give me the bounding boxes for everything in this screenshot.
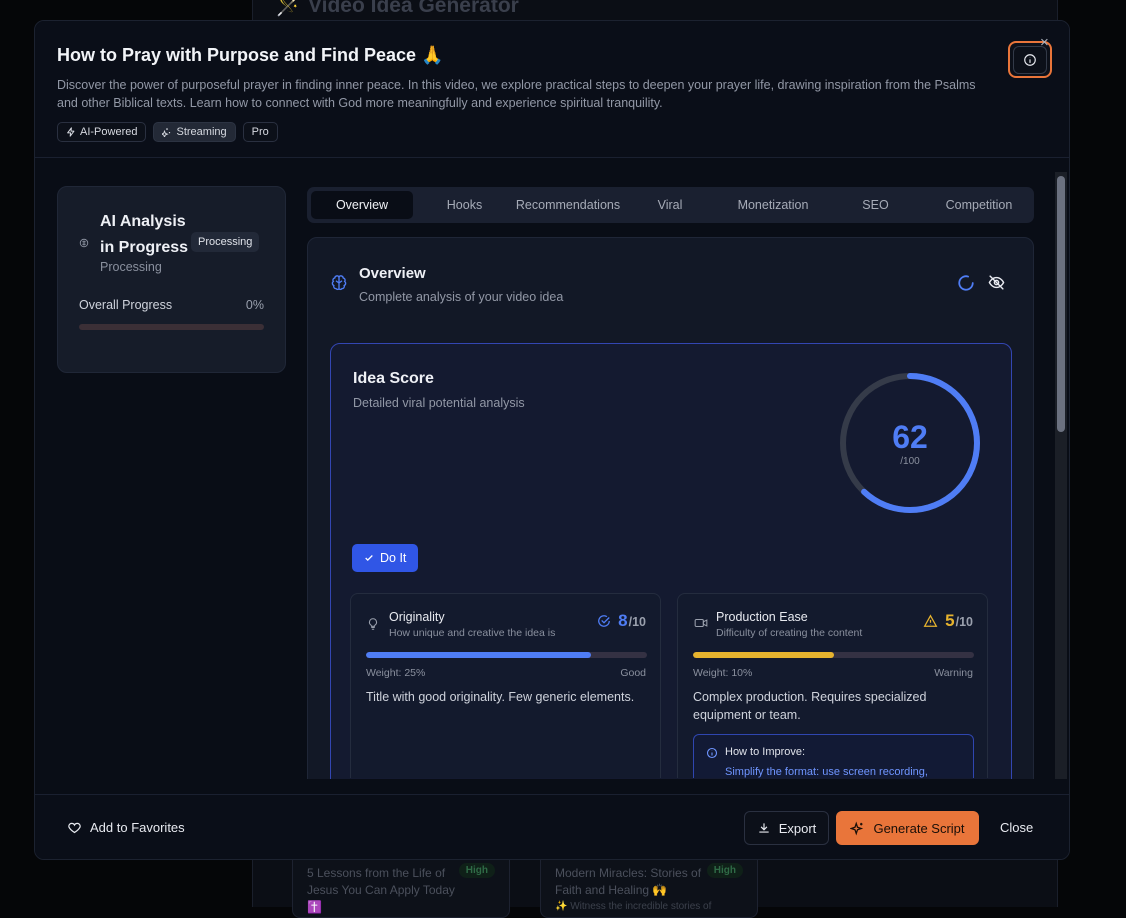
metric-score-max: /10: [629, 615, 646, 629]
check-icon: [364, 553, 374, 563]
brain-icon: [330, 274, 348, 292]
add-to-favorites-button[interactable]: Add to Favorites: [67, 820, 185, 835]
close-icon[interactable]: ×: [1040, 34, 1049, 51]
scrollbar-thumb[interactable]: [1057, 176, 1065, 432]
verdict-badge: Do It: [352, 544, 418, 572]
metric-card-production-ease: Production Ease Difficulty of creating t…: [677, 593, 988, 778]
improve-title: How to Improve:: [725, 746, 805, 758]
metric-weight: Weight: 25%: [366, 667, 425, 679]
loading-spinner-icon: [957, 274, 975, 292]
metric-card-originality: Originality How unique and creative the …: [350, 593, 661, 778]
status-badge: Processing: [191, 232, 259, 252]
metric-weight: Weight: 10%: [693, 667, 752, 679]
how-to-improve-box: How to Improve: Simplify the format: use…: [693, 734, 974, 778]
generate-label: Generate Script: [873, 821, 964, 836]
progress-label: Overall Progress: [79, 298, 172, 312]
modal-title: How to Pray with Purpose and Find Peace …: [57, 45, 443, 66]
modal-footer: Add to Favorites Export Generate Script …: [35, 794, 1070, 860]
sparkles-icon: [162, 127, 172, 137]
background-card-badge: High: [707, 863, 743, 878]
metric-description: Title with good originality. Few generic…: [366, 688, 636, 706]
tab-seo[interactable]: SEO: [828, 191, 923, 219]
metric-bar-fill: [366, 652, 591, 658]
metric-score: 8 /10: [597, 611, 646, 631]
close-button[interactable]: Close: [1000, 820, 1033, 835]
idea-score-subtitle: Detailed viral potential analysis: [353, 396, 525, 410]
tag-label: AI-Powered: [80, 126, 137, 138]
brain-icon: [79, 238, 89, 248]
background-card-badge: High: [459, 863, 495, 878]
sparkles-icon: [850, 821, 865, 836]
score-max: /100: [837, 456, 983, 467]
metric-score: 5 /10: [923, 611, 973, 631]
overview-subtitle: Complete analysis of your video idea: [359, 290, 563, 304]
tag-pro: Pro: [243, 122, 278, 142]
ai-analysis-card: AI Analysis in Progress Processing Proce…: [57, 186, 286, 373]
background-title: 🪄 Video Idea Generator: [276, 0, 519, 18]
export-label: Export: [779, 821, 817, 836]
heart-icon: [67, 820, 82, 835]
metric-subtitle: How unique and creative the idea is: [389, 627, 555, 639]
improve-text: Simplify the format: use screen recordin…: [725, 764, 965, 778]
tab-overview[interactable]: Overview: [311, 191, 413, 219]
background-card-title: 5 Lessons from the Life of Jesus You Can…: [307, 865, 467, 916]
eye-off-icon[interactable]: [988, 274, 1005, 291]
analysis-tabs: Overview Hooks Recommendations Viral Mon…: [307, 187, 1034, 223]
tab-competition[interactable]: Competition: [929, 191, 1029, 219]
metric-level: Warning: [934, 667, 973, 679]
tab-hooks[interactable]: Hooks: [420, 191, 509, 219]
metric-bar-fill: [693, 652, 834, 658]
metric-score-value: 8: [618, 611, 627, 631]
tab-recommendations[interactable]: Recommendations: [510, 191, 626, 219]
tag-label: Pro: [252, 126, 269, 138]
generate-script-button[interactable]: Generate Script: [836, 811, 979, 845]
score-value: 62: [837, 419, 983, 456]
download-icon: [757, 821, 771, 835]
metric-level: Good: [620, 667, 646, 679]
metric-score-value: 5: [945, 611, 954, 631]
overview-title: Overview: [359, 265, 426, 282]
tab-monetization[interactable]: Monetization: [721, 191, 825, 219]
check-circle-icon: [597, 614, 611, 628]
progress-percent: 0%: [246, 298, 264, 312]
background-card-title: Modern Miracles: Stories of Faith and He…: [555, 865, 715, 899]
metric-bar: [366, 652, 647, 658]
verdict-label: Do It: [380, 551, 406, 565]
modal-description: Discover the power of purposeful prayer …: [57, 76, 997, 112]
progress-bar: [79, 324, 264, 330]
favorites-label: Add to Favorites: [90, 820, 185, 835]
metric-description: Complex production. Requires specialized…: [693, 688, 963, 724]
metric-bar: [693, 652, 974, 658]
export-button[interactable]: Export: [744, 811, 829, 845]
metric-subtitle: Difficulty of creating the content: [716, 627, 862, 639]
info-icon: [706, 747, 718, 759]
ai-analysis-status: Processing: [100, 260, 162, 274]
tag-ai-powered: AI-Powered: [57, 122, 146, 142]
metric-score-max: /10: [956, 615, 973, 629]
info-icon: [1023, 53, 1037, 67]
metric-title: Production Ease: [716, 610, 808, 624]
warning-icon: [923, 614, 938, 628]
tag-label: Streaming: [176, 126, 226, 138]
idea-score-title: Idea Score: [353, 370, 434, 388]
ai-analysis-title: AI Analysis in Progress: [100, 209, 200, 261]
lightbulb-icon: [366, 616, 380, 632]
bolt-icon: [66, 127, 76, 137]
tag-list: AI-Powered Streaming Pro: [57, 122, 278, 142]
metric-title: Originality: [389, 610, 445, 624]
video-camera-icon: [693, 616, 709, 630]
tag-streaming: Streaming: [153, 122, 235, 142]
tab-viral[interactable]: Viral: [627, 191, 713, 219]
modal-header: How to Pray with Purpose and Find Peace …: [35, 21, 1069, 158]
